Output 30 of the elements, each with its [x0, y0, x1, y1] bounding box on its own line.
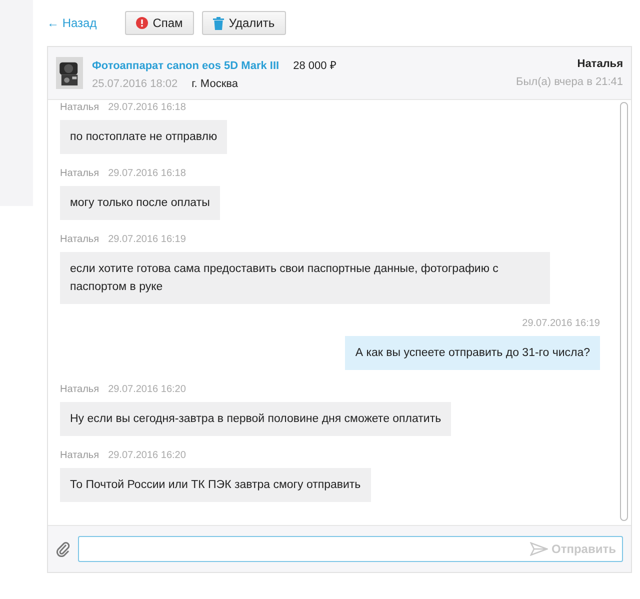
message-author: Наталья: [60, 102, 100, 113]
message-bubble: могу только после оплаты: [60, 186, 220, 220]
message-time: 29.07.2016 16:20: [108, 384, 186, 395]
send-icon: [530, 542, 548, 556]
ad-city: г. Москва: [192, 78, 238, 90]
back-link[interactable]: ← Назад: [47, 16, 97, 30]
ad-title-link[interactable]: Фотоаппарат canon eos 5D Mark III: [92, 60, 280, 72]
message-bubble: То Почтой России или ТК ПЭК завтра смогу отправить: [60, 468, 371, 502]
message-bubble: если хотите готова сама предоставить свои паспортные данные, фотографию с паспортом в руке: [60, 252, 550, 304]
message-author: Наталья: [60, 450, 100, 461]
message-bubble: по постоплате не отправлю: [60, 120, 228, 154]
ad-date: 25.07.2016 18:02: [92, 78, 178, 90]
user-name: Наталья: [577, 58, 623, 70]
spam-button[interactable]: Спам: [124, 11, 194, 35]
message-time: 29.07.2016 16:18: [108, 168, 186, 179]
message-time: 29.07.2016 16:20: [108, 450, 186, 461]
message-time: 29.07.2016 16:19: [108, 234, 186, 245]
alert-icon: [136, 17, 148, 29]
message-time: 29.07.2016 16:19: [522, 318, 600, 329]
last-seen-text: Был(а) вчера в 21:41: [516, 76, 623, 88]
message-author: Наталья: [60, 234, 100, 245]
message-time: 29.07.2016 16:18: [108, 102, 186, 113]
message-bubble: А как вы успеете отправить до 31-го числа?: [345, 336, 600, 370]
ad-price: 28 000 ₽: [293, 58, 336, 72]
trash-icon: [212, 16, 224, 30]
message-bubble: Ну если вы сегодня-завтра в первой половине дня сможете оплатить: [60, 402, 452, 436]
message-author: Наталья: [60, 384, 100, 395]
paperclip-icon[interactable]: [56, 541, 70, 557]
delete-button[interactable]: Удалить: [202, 11, 286, 35]
message-author: Наталья: [60, 168, 100, 179]
